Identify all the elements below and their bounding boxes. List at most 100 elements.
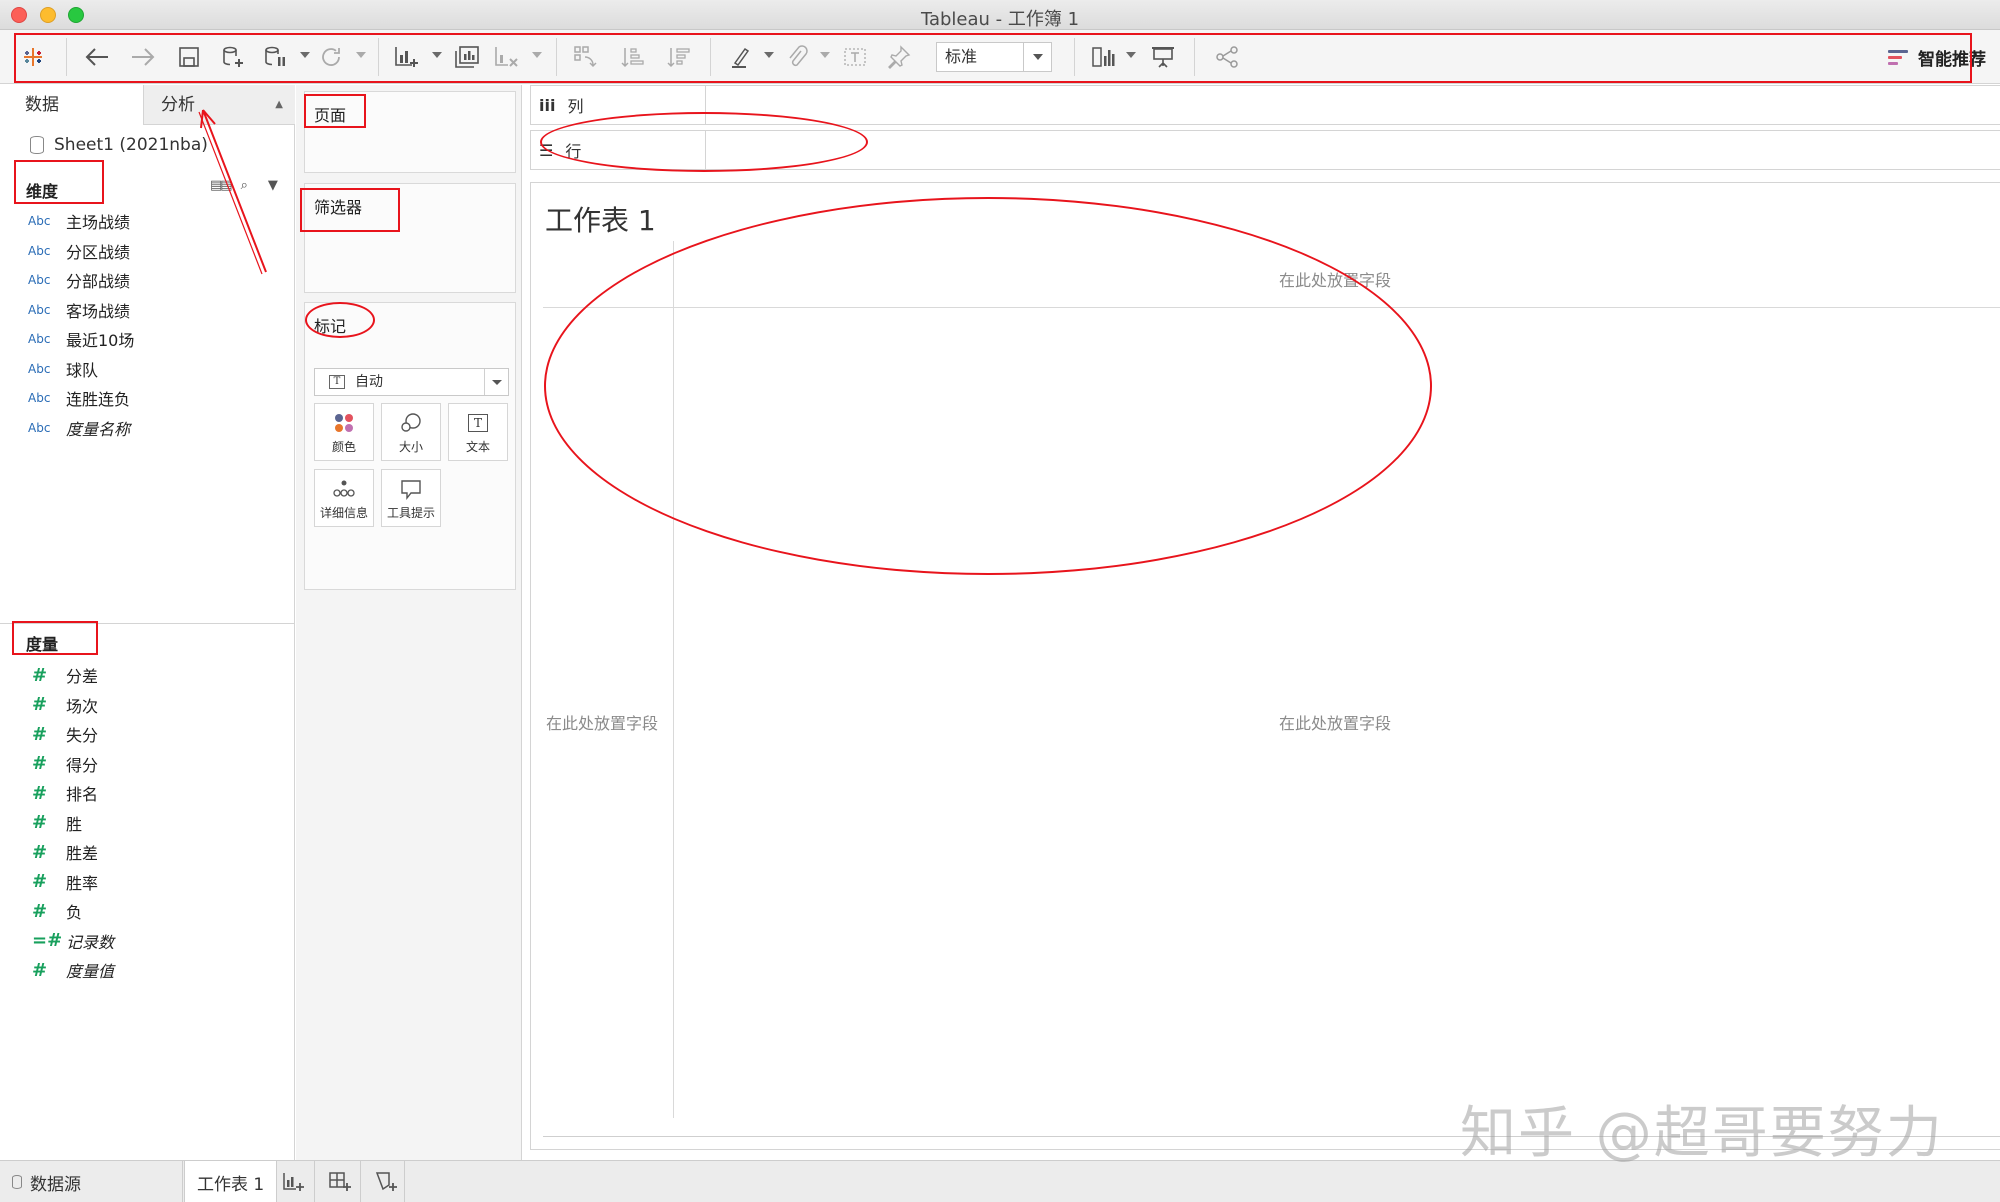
- field-label: 场次: [66, 696, 99, 716]
- mark-type-value: 自动: [355, 374, 383, 390]
- worksheet-title[interactable]: 工作表 1: [545, 199, 656, 239]
- dimension-field[interactable]: Abc 度量名称: [28, 416, 130, 440]
- tooltip-button[interactable]: 工具提示: [381, 469, 441, 527]
- color-label: 颜色: [331, 440, 356, 454]
- tooltip-label: 工具提示: [386, 506, 435, 520]
- size-button[interactable]: 大小: [381, 403, 441, 461]
- measure-field[interactable]: # 排名: [28, 781, 98, 805]
- toolbar-highlight-box: [14, 33, 1972, 83]
- chevron-down-icon: [484, 369, 508, 395]
- new-worksheet-icon: [283, 1173, 304, 1191]
- sheet-tab[interactable]: 工作表 1: [184, 1161, 278, 1202]
- measure-hash-icon: #: [32, 812, 48, 833]
- cards-column: 页面 筛选器 标记 T 自动 颜色 大小 T 文本 详细信息 工具提示: [296, 85, 522, 1160]
- dimension-field[interactable]: Abc 最近10场: [28, 327, 134, 351]
- measure-field[interactable]: # 分差: [28, 663, 98, 687]
- dimension-field[interactable]: Abc 客场战绩: [28, 298, 130, 322]
- measure-hash-icon: #: [32, 694, 48, 715]
- dimension-field[interactable]: Abc 连胜连负: [28, 386, 130, 410]
- title-bar: Tableau - 工作簿 1: [0, 0, 2000, 30]
- new-dashboard-tab-button[interactable]: [316, 1161, 364, 1202]
- tab-analysis[interactable]: 分析 ▲: [143, 85, 295, 125]
- search-icon[interactable]: ⌕: [241, 178, 248, 193]
- drop-field-center[interactable]: 在此处放置字段: [1279, 710, 1391, 734]
- new-story-tab-button[interactable]: [362, 1161, 410, 1202]
- field-label: 球队: [66, 360, 99, 380]
- sheet-tab-label: 工作表 1: [197, 1174, 265, 1195]
- detail-button[interactable]: 详细信息: [314, 469, 374, 527]
- field-label: 分区战绩: [66, 242, 131, 262]
- measure-hash-icon: #: [32, 959, 48, 981]
- tab-analysis-label: 分析: [161, 95, 195, 115]
- marks-highlight-ellipse: [305, 302, 375, 338]
- canvas-highlight-ellipse: [544, 197, 1432, 575]
- tooltip-bubble-icon: [382, 478, 440, 500]
- abc-type-icon: Abc: [28, 273, 51, 287]
- dimension-field[interactable]: Abc 分部战绩: [28, 268, 130, 292]
- abc-type-icon: Abc: [28, 243, 51, 258]
- view-toggle-icon[interactable]: ▤▤: [210, 178, 233, 193]
- abc-type-icon: Abc: [28, 420, 51, 435]
- columns-label: 列: [567, 97, 584, 116]
- field-label: 胜: [66, 814, 83, 834]
- dimensions-highlight-box: [14, 160, 104, 204]
- datasource-item[interactable]: Sheet1 (2021nba): [30, 135, 208, 155]
- columns-icon: iii: [539, 95, 556, 115]
- tab-data[interactable]: 数据: [0, 85, 143, 125]
- color-dots-icon: [315, 412, 373, 434]
- size-label: 大小: [398, 440, 423, 454]
- field-label: 分差: [66, 667, 99, 686]
- marks-card: 标记 T 自动 颜色 大小 T 文本 详细信息 工具提示: [304, 302, 516, 590]
- text-mark-icon: T: [329, 375, 345, 389]
- abc-type-icon: Abc: [28, 332, 51, 346]
- datasource-tab[interactable]: 数据源: [0, 1161, 93, 1202]
- field-label: 连胜连负: [66, 390, 131, 409]
- drop-field-rows[interactable]: 在此处放置字段: [546, 710, 658, 734]
- text-label: 文本: [465, 440, 490, 454]
- text-button[interactable]: T 文本: [448, 403, 508, 461]
- field-label: 负: [66, 903, 83, 922]
- field-label: 排名: [66, 785, 99, 804]
- measure-field[interactable]: # 失分: [28, 722, 98, 746]
- measure-field[interactable]: # 胜差: [28, 840, 98, 864]
- measures-highlight-box: [12, 621, 98, 655]
- measure-hash-icon: =#: [32, 930, 63, 951]
- menu-dropdown-icon[interactable]: ▼: [268, 178, 278, 193]
- measure-field[interactable]: # 负: [28, 899, 82, 923]
- measure-field[interactable]: =# 记录数: [28, 929, 114, 953]
- updown-arrows-icon: ▲: [275, 99, 283, 110]
- data-pane-tabs: 数据 分析 ▲: [0, 85, 295, 125]
- measure-hash-icon: #: [32, 841, 48, 863]
- field-label: 得分: [66, 755, 99, 775]
- color-button[interactable]: 颜色: [314, 403, 374, 461]
- abc-type-icon: Abc: [28, 302, 51, 317]
- measure-field[interactable]: # 场次: [28, 693, 98, 717]
- mark-type-select[interactable]: T 自动: [314, 368, 509, 396]
- new-worksheet-tab-button[interactable]: [270, 1161, 318, 1202]
- field-label: 主场战绩: [66, 213, 131, 232]
- field-label: 分部战绩: [66, 272, 131, 291]
- size-circles-icon: [382, 412, 440, 434]
- measure-field[interactable]: # 得分: [28, 752, 98, 776]
- measure-hash-icon: #: [32, 753, 48, 774]
- field-label: 度量值: [66, 962, 115, 981]
- datasource-name: Sheet1 (2021nba): [54, 135, 208, 155]
- new-dashboard-icon: [329, 1172, 351, 1191]
- measure-field[interactable]: # 胜: [28, 811, 82, 835]
- field-label: 度量名称: [66, 419, 131, 439]
- measure-hash-icon: #: [32, 900, 48, 922]
- database-icon: [30, 136, 44, 154]
- dimension-field[interactable]: Abc 分区战绩: [28, 239, 130, 263]
- dimension-field[interactable]: Abc 主场战绩: [28, 209, 130, 233]
- pages-highlight-box: [304, 94, 366, 128]
- measure-field[interactable]: # 胜率: [28, 870, 98, 894]
- measure-field[interactable]: # 度量值: [28, 958, 114, 982]
- detail-dots-icon: [315, 478, 373, 500]
- field-label: 胜差: [66, 844, 99, 863]
- dimension-field[interactable]: Abc 球队: [28, 357, 98, 381]
- field-label: 记录数: [66, 932, 115, 952]
- field-label: 最近10场: [66, 331, 135, 350]
- filters-highlight-box: [300, 188, 400, 232]
- watermark-text: 知乎 @超哥要努力: [1460, 1101, 1944, 1166]
- detail-label: 详细信息: [319, 506, 368, 520]
